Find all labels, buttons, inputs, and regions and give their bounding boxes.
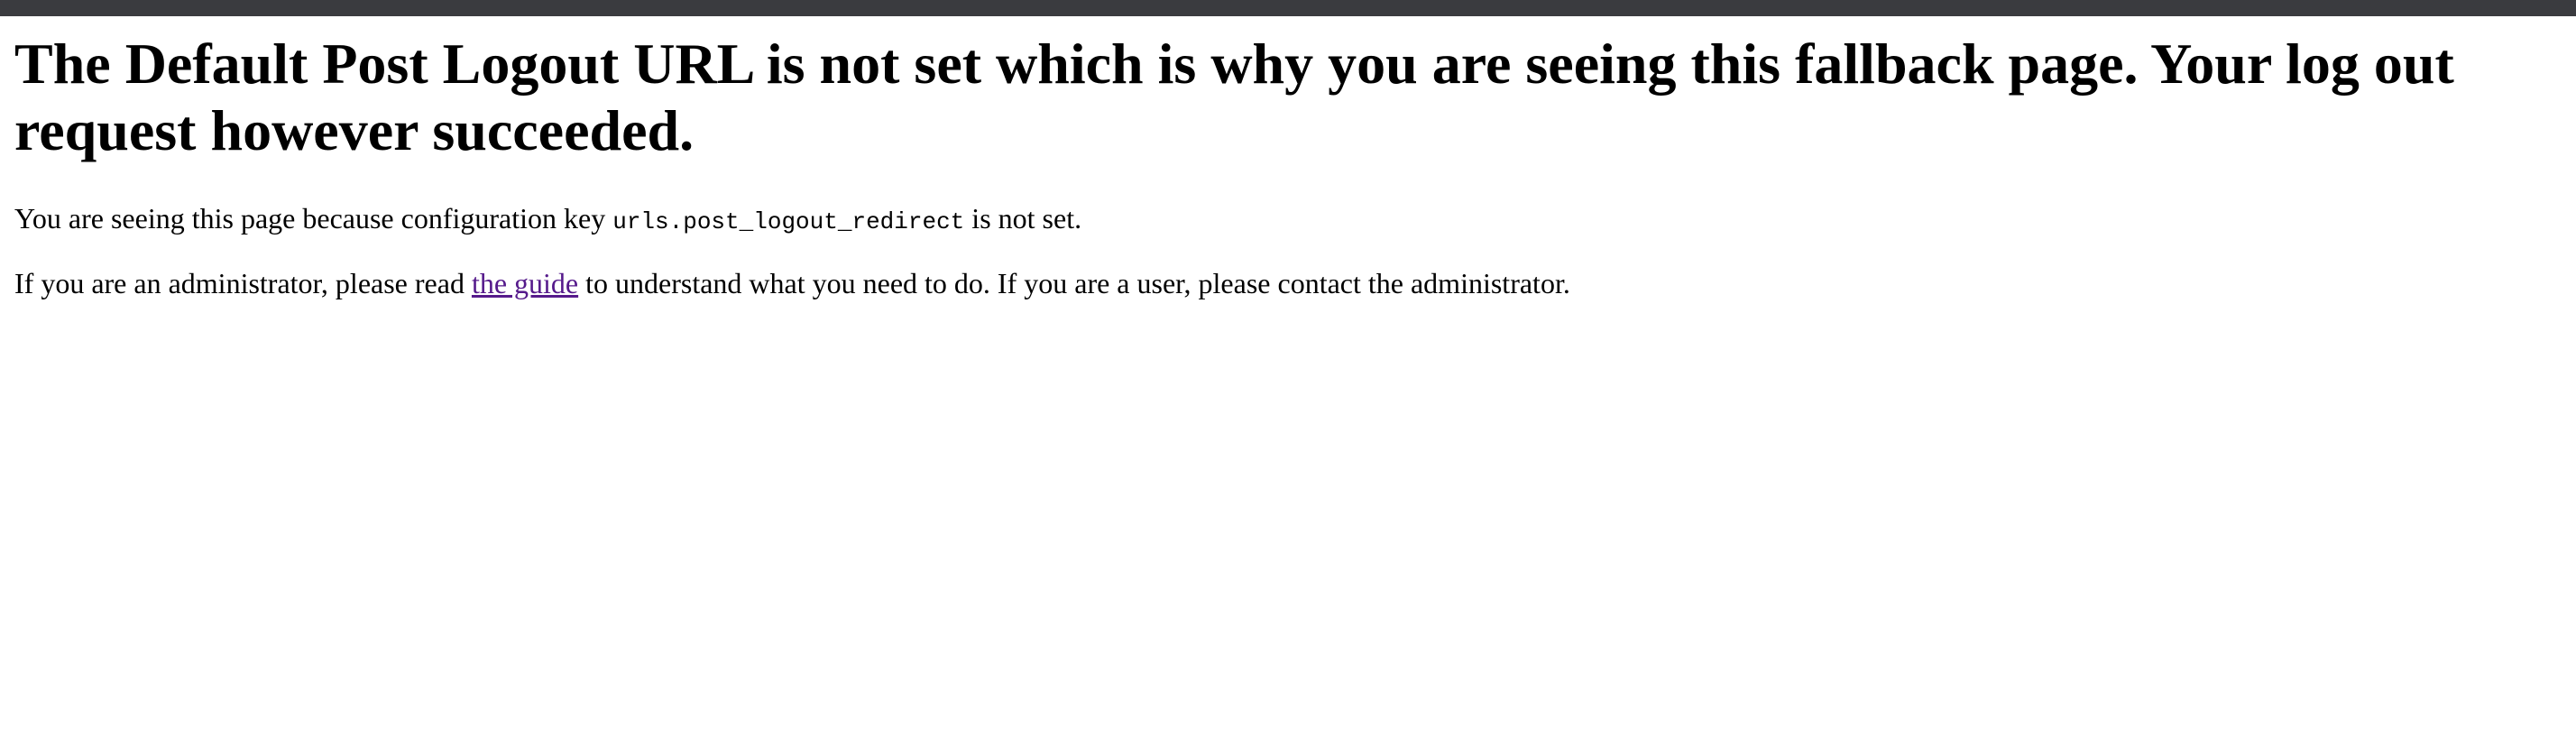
browser-top-bar — [0, 0, 2576, 16]
admin-guide-text-before: If you are an administrator, please read — [14, 267, 472, 299]
config-key-code: urls.post_logout_redirect — [612, 208, 965, 235]
guide-link[interactable]: the guide — [472, 267, 578, 299]
page-content: The Default Post Logout URL is not set w… — [0, 31, 2576, 301]
page-title: The Default Post Logout URL is not set w… — [14, 32, 2454, 162]
config-key-text-after: is not set. — [964, 202, 1082, 235]
config-key-paragraph: You are seeing this page because configu… — [14, 200, 2562, 240]
admin-guide-text-after: to understand what you need to do. If yo… — [578, 267, 1570, 299]
admin-guide-paragraph: If you are an administrator, please read… — [14, 265, 2562, 301]
config-key-text-before: You are seeing this page because configu… — [14, 202, 613, 235]
